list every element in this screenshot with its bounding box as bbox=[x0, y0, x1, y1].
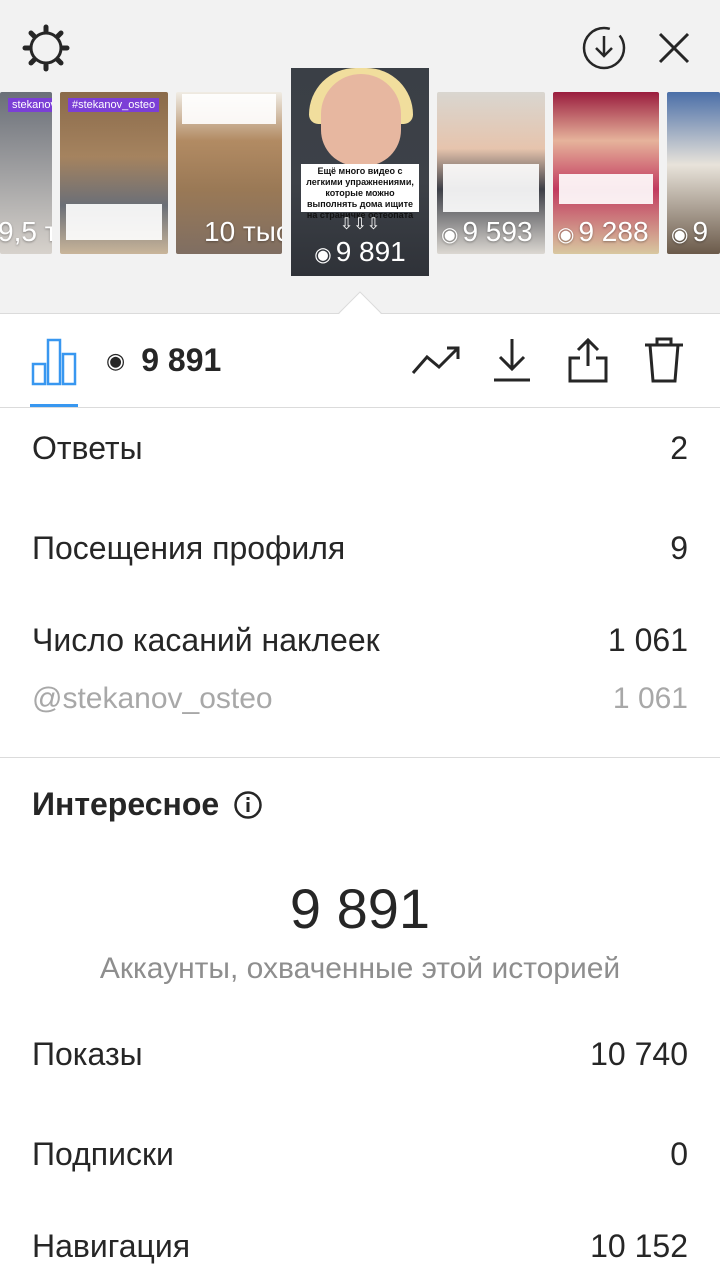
stat-value: 1 061 bbox=[612, 682, 688, 715]
thumbnail-tag: stekanov_osteo bbox=[8, 98, 52, 112]
active-tab-indicator bbox=[30, 404, 78, 407]
delete-icon[interactable] bbox=[638, 334, 690, 386]
story-thumbnail[interactable]: 10 тыс bbox=[176, 92, 282, 254]
bar-chart-icon[interactable] bbox=[30, 336, 78, 386]
story-viewer: stekanov_osteo 9,5 тыс #stekanov_osteo 1… bbox=[0, 0, 720, 314]
stat-row-sticker-taps: Число касаний наклеек 1 061 bbox=[32, 622, 688, 659]
reach-value: 9 891 bbox=[289, 877, 431, 940]
story-thumbnail[interactable]: ◉ 9 bbox=[667, 92, 720, 254]
stat-value: 10 152 bbox=[590, 1228, 688, 1264]
stat-label: Показы bbox=[32, 1036, 143, 1072]
story-toolbar: ◉ 9 891 bbox=[0, 314, 720, 408]
stat-row-replies: Ответы 2 bbox=[32, 430, 688, 467]
story-thumbnail[interactable]: ◉ 9 288 bbox=[553, 92, 659, 254]
stat-value: 9 bbox=[670, 530, 688, 566]
eye-icon: ◉ bbox=[314, 244, 332, 266]
insights-trend-icon[interactable] bbox=[410, 334, 462, 386]
stat-value: 1 061 bbox=[607, 622, 688, 658]
stat-value: 0 bbox=[670, 1136, 688, 1172]
stat-row-impressions: Показы 10 740 bbox=[32, 1036, 688, 1073]
story-thumbnail[interactable]: #stekanov_osteo bbox=[60, 92, 168, 254]
download-icon[interactable] bbox=[486, 334, 538, 386]
reach-caption: Аккаунты, охваченные этой историей bbox=[99, 952, 621, 985]
share-icon[interactable] bbox=[562, 334, 614, 386]
thumbnail-caption bbox=[182, 94, 276, 124]
story-thumbnail[interactable]: ◉ 9 593 bbox=[437, 92, 545, 254]
eye-icon: ◉ bbox=[671, 224, 689, 246]
eye-icon: ◉ bbox=[441, 224, 459, 246]
thumbnail-views: ◉ 9 288 bbox=[557, 216, 649, 247]
settings-gear-icon[interactable] bbox=[18, 20, 74, 76]
eye-icon: ◉ bbox=[106, 347, 126, 373]
thumbnail-views: 9,5 тыс bbox=[0, 216, 52, 247]
selected-story-thumbnail[interactable]: Ещё много видео с легкими упражнениями, … bbox=[291, 68, 429, 276]
discovery-section-title: Интересное bbox=[32, 786, 263, 823]
stat-label: Посещения профиля bbox=[32, 530, 346, 566]
thumbnail-caption bbox=[443, 164, 539, 212]
stat-row-navigation: Навигация 10 152 bbox=[32, 1228, 688, 1265]
sticker-handle[interactable]: @stekanov_osteo bbox=[32, 682, 273, 716]
close-icon[interactable] bbox=[646, 20, 702, 76]
thumbnail-views: ◉ 9 bbox=[671, 216, 709, 247]
selection-pointer bbox=[338, 291, 382, 315]
download-circle-icon[interactable] bbox=[576, 20, 632, 76]
stat-row-follows: Подписки 0 bbox=[32, 1136, 688, 1173]
stat-label: Число касаний наклеек bbox=[32, 622, 380, 658]
views-count: ◉ 9 891 bbox=[106, 342, 222, 378]
stat-label: Навигация bbox=[32, 1228, 191, 1264]
eye-icon: ◉ bbox=[557, 224, 575, 246]
thumbnail-views: 10 тыс bbox=[204, 216, 282, 247]
stat-value: 2 bbox=[670, 430, 688, 466]
thumbnail-views: ◉ 9 593 bbox=[441, 216, 533, 247]
thumbnail-caption bbox=[559, 174, 653, 204]
section-divider bbox=[0, 757, 720, 758]
info-icon[interactable] bbox=[233, 790, 263, 820]
selected-story-caption: Ещё много видео с легкими упражнениями, … bbox=[301, 164, 419, 220]
stat-row-profile-visits: Посещения профиля 9 bbox=[32, 530, 688, 567]
arrow-down-icon: ⇩⇩⇩ bbox=[339, 216, 381, 233]
stat-value: 10 740 bbox=[590, 1036, 688, 1072]
stat-label: Подписки bbox=[32, 1136, 174, 1172]
stat-row-sticker-handle[interactable]: @stekanov_osteo 1 061 bbox=[32, 682, 688, 716]
thumbnail-caption bbox=[66, 204, 162, 240]
stat-label: Ответы bbox=[32, 430, 143, 466]
thumbnail-tag: #stekanov_osteo bbox=[68, 98, 160, 112]
selected-story-views: ◉ 9 891 bbox=[314, 236, 406, 267]
story-thumbnail[interactable]: stekanov_osteo 9,5 тыс bbox=[0, 92, 52, 254]
